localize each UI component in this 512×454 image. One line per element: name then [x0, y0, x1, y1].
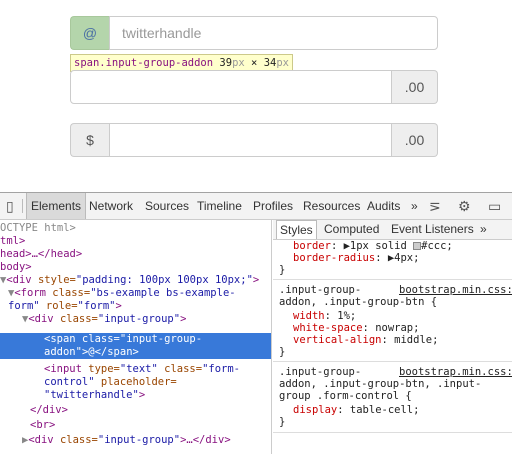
dom-span-addon-selected[interactable]: <span class="input-group-: [0, 333, 271, 346]
rule-selector-cont: addon, .input-group-btn, .input-: [279, 378, 482, 390]
dom-div-input-group-2[interactable]: ▶<div class="input-group">…</div>: [0, 434, 271, 447]
cents-addon: .00: [392, 123, 438, 157]
dom-form-cont: form" role="form">: [8, 300, 122, 312]
rule-close-brace: }: [279, 416, 286, 428]
sidebar-tabbar: Styles Computed Event Listeners »: [273, 220, 512, 240]
tooltip-width-unit: px: [232, 57, 245, 69]
dom-input-cont: control" placeholder=: [44, 376, 177, 388]
dom-div-close[interactable]: </div>: [0, 404, 271, 417]
input-group-twitter: @ twitterhandle: [70, 16, 438, 50]
rule-close-brace: }: [279, 264, 286, 276]
dom-html[interactable]: tml>: [0, 235, 271, 248]
tab-sources[interactable]: Sources: [145, 193, 189, 219]
tab-elements[interactable]: Elements: [26, 193, 87, 219]
style-white-space[interactable]: white-space: nowrap;: [293, 322, 512, 334]
dom-head[interactable]: head>…</head>: [0, 248, 271, 261]
dock-side-icon[interactable]: ▭: [488, 193, 501, 219]
style-display[interactable]: display: table-cell;: [293, 404, 512, 416]
rule-selector-cont: addon, .input-group-btn {: [279, 296, 438, 308]
tooltip-height-unit: px: [276, 57, 289, 69]
device-mode-icon[interactable]: ▯: [6, 193, 14, 219]
tooltip-height: 34: [263, 57, 277, 69]
amount-input[interactable]: [70, 70, 392, 104]
tab-network[interactable]: Network: [89, 193, 133, 219]
dom-div-input-group[interactable]: ▼<div class="input-group">: [0, 313, 271, 326]
tooltip-selector: span.input-group-addon: [74, 57, 214, 69]
tab-styles[interactable]: Styles: [276, 220, 317, 239]
tab-audits[interactable]: Audits: [367, 193, 400, 219]
decimal-addon: .00: [392, 70, 438, 104]
input-group-amount: .00: [70, 70, 438, 104]
style-width[interactable]: width: 1%;: [293, 310, 512, 322]
stylesheet-link[interactable]: bootstrap.min.css:: [399, 284, 512, 296]
gear-icon[interactable]: ⚙: [458, 193, 471, 219]
dom-span-addon-cont[interactable]: addon">@</span>: [0, 346, 271, 359]
dom-input[interactable]: <input type="text" class="form-: [0, 363, 271, 376]
toolbar-divider: [22, 199, 23, 213]
dom-form[interactable]: ▼<form class="bs-example bs-example-: [0, 287, 271, 300]
dom-br[interactable]: <br>: [0, 419, 271, 432]
tab-timeline[interactable]: Timeline: [197, 193, 242, 219]
rule-divider: [273, 279, 512, 280]
console-drawer-icon[interactable]: ⋝: [429, 193, 441, 219]
tab-resources[interactable]: Resources: [303, 193, 360, 219]
style-border[interactable]: border: ▶1px solid #ccc;: [293, 240, 512, 252]
rule-divider: [273, 361, 512, 362]
devtools-toolbar: ▯ Elements Network Sources Timeline Prof…: [0, 193, 512, 220]
dom-body[interactable]: body>: [0, 261, 271, 274]
stylesheet-link[interactable]: bootstrap.min.css:: [399, 366, 512, 378]
tooltip-times: ×: [244, 57, 264, 69]
at-addon: @: [70, 16, 109, 50]
more-sidebar-tabs-chevron-icon[interactable]: »: [480, 220, 487, 239]
input-group-dollar: $ .00: [70, 123, 438, 157]
tab-profiles[interactable]: Profiles: [253, 193, 293, 219]
style-vertical-align[interactable]: vertical-align: middle;: [293, 334, 512, 346]
dom-div-padding[interactable]: ▼<div style="padding: 100px 100px 10px;"…: [0, 274, 271, 287]
rule-divider: [273, 432, 512, 433]
tooltip-width: 39: [219, 57, 233, 69]
dom-tree: OCTYPE html> tml> head>…</head> body> ▼<…: [0, 220, 272, 454]
twitter-handle-input[interactable]: twitterhandle: [109, 16, 438, 50]
tab-computed[interactable]: Computed: [324, 220, 379, 239]
color-swatch[interactable]: [413, 242, 422, 250]
tab-event-listeners[interactable]: Event Listeners: [391, 220, 474, 239]
dom-doctype[interactable]: OCTYPE html>: [0, 222, 271, 235]
devtools-panel: ▯ Elements Network Sources Timeline Prof…: [0, 192, 512, 454]
more-tabs-chevron-icon[interactable]: »: [411, 193, 418, 219]
styles-sidebar: Styles Computed Event Listeners » border…: [273, 220, 512, 454]
dollar-amount-input[interactable]: [109, 123, 392, 157]
rule-close-brace: }: [279, 346, 286, 358]
rule-selector-cont: group .form-control {: [279, 390, 412, 402]
dom-input-cont2: "twitterhandle">: [44, 389, 146, 401]
dollar-addon: $: [70, 123, 109, 157]
style-border-radius[interactable]: border-radius: ▶4px;: [293, 252, 512, 264]
